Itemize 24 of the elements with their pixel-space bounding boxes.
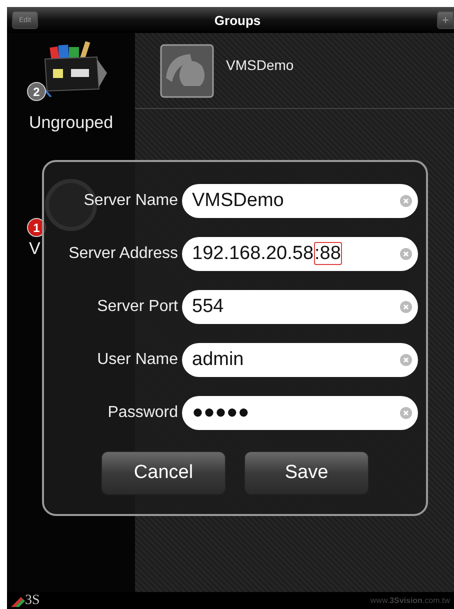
input-field[interactable]: 554: [182, 290, 418, 324]
device-name[interactable]: VMSDemo: [226, 56, 294, 72]
input-field[interactable]: 192.168.20.58:88: [182, 236, 418, 270]
save-button[interactable]: Save: [244, 451, 369, 495]
dome-camera-icon[interactable]: [160, 44, 214, 98]
clear-icon[interactable]: [400, 194, 412, 206]
cancel-button[interactable]: Cancel: [101, 451, 226, 495]
group-label[interactable]: V: [29, 239, 40, 259]
field-label: Server Address: [68, 244, 179, 262]
field-label: Password: [106, 404, 179, 422]
count-badge: 2: [27, 82, 46, 101]
clear-icon[interactable]: [400, 354, 412, 366]
field-label: Server Port: [96, 298, 179, 316]
clear-icon[interactable]: [400, 406, 412, 418]
input-field[interactable]: VMSDemo: [182, 184, 418, 218]
logo: 3S: [11, 592, 40, 608]
window-title: Groups: [214, 12, 261, 28]
input-field[interactable]: ●●●●●: [182, 396, 418, 430]
clear-icon[interactable]: [400, 248, 412, 260]
field-label: Server Name: [82, 192, 179, 210]
input-field[interactable]: admin: [182, 342, 418, 376]
clear-icon[interactable]: [400, 300, 412, 312]
field-label: User Name: [96, 350, 179, 368]
group-label[interactable]: Ungrouped: [28, 113, 114, 133]
